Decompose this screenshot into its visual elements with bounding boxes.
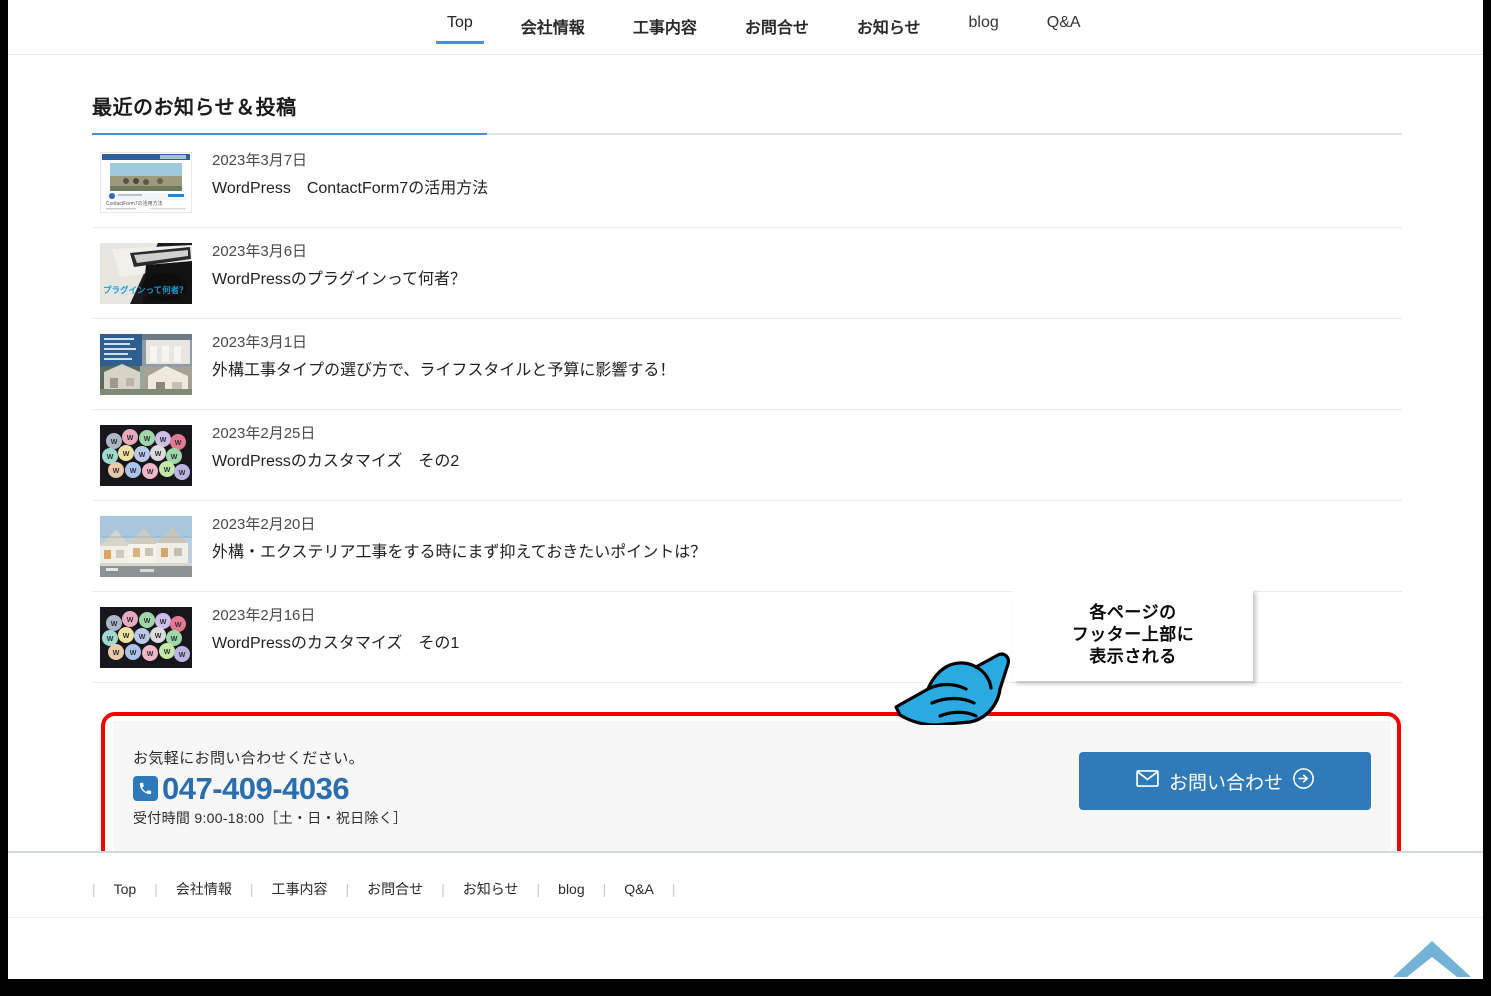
post-date: 2023年2月20日 xyxy=(212,516,316,533)
post-text: 2023年2月20日 外構・エクステリア工事をする時にまず抑えておきたいポイント… xyxy=(212,515,706,562)
annotation-callout: 各ページの フッター上部に 表示される xyxy=(1013,589,1253,681)
post-thumbnail-photo-wordpress-badges: WWW WWW WWW WWW WWW xyxy=(100,425,192,486)
svg-text:W: W xyxy=(123,633,130,640)
post-text: 2023年3月1日 外構工事タイプの選び方で、ライフスタイルと予算に影響する！ xyxy=(212,333,675,380)
svg-text:W: W xyxy=(155,451,162,458)
svg-text:W: W xyxy=(147,651,154,658)
list-item[interactable]: 2023年2月20日 外構・エクステリア工事をする時にまず抑えておきたいポイント… xyxy=(92,501,1402,592)
post-title: WordPress ContactForm7の活用方法 xyxy=(212,180,489,197)
post-date: 2023年2月25日 xyxy=(212,425,316,442)
post-text: 2023年2月16日 WordPressのカスタマイズ その1 xyxy=(212,606,459,653)
pointing-hand-icon xyxy=(892,633,1017,727)
footer-link-qa[interactable]: Q&A xyxy=(606,881,672,897)
svg-text:W: W xyxy=(130,468,137,475)
svg-text:W: W xyxy=(127,617,134,624)
post-date: 2023年3月6日 xyxy=(212,243,308,260)
svg-text:W: W xyxy=(144,436,151,443)
post-thumbnail-photo-pen-and-paper-dark: プラグインって何者？ xyxy=(100,243,192,304)
footer-link-top[interactable]: Top xyxy=(96,881,155,897)
post-thumbnail-screenshot-contactform-article: ContactForm7の活用方法 xyxy=(100,152,192,213)
list-item[interactable]: ContactForm7の活用方法 2023年3月7日 WordPress Co… xyxy=(92,137,1402,228)
svg-text:W: W xyxy=(111,621,118,628)
screenshot-frame: Top 会社情報 工事内容 お問合せ お知らせ blog Q&A 最近のお知らせ… xyxy=(0,0,1491,996)
svg-text:W: W xyxy=(147,469,154,476)
list-item[interactable]: WWW WWW WWW WWW WWW 2023年2月25日 WordPress… xyxy=(92,410,1402,501)
svg-text:W: W xyxy=(107,454,114,461)
footer-link-contact[interactable]: お問合せ xyxy=(349,879,441,899)
post-title: 外構工事タイプの選び方で、ライフスタイルと予算に影響する！ xyxy=(212,362,676,379)
post-text: 2023年2月25日 WordPressのカスタマイズ その2 xyxy=(212,424,459,471)
nav-item-company-info[interactable]: 会社情報 xyxy=(497,0,609,54)
svg-text:プラグインって何者？: プラグインって何者？ xyxy=(103,285,188,295)
nav-item-label: Q&A xyxy=(1046,14,1081,31)
svg-text:W: W xyxy=(179,470,186,477)
svg-text:W: W xyxy=(139,452,146,459)
post-date: 2023年3月7日 xyxy=(212,152,308,169)
post-thumbnail-photo-exterior-house-collage xyxy=(100,334,192,395)
nav-item-contact[interactable]: お問合せ xyxy=(721,0,833,54)
footer-link-blog[interactable]: blog xyxy=(540,881,602,897)
nav-item-label: 工事内容 xyxy=(632,20,697,37)
post-title: 外構・エクステリア工事をする時にまず抑えておきたいポイントは？ xyxy=(212,544,707,561)
site-footer: | Top | 会社情報 | 工事内容 | お問合せ | お知らせ | blog… xyxy=(8,851,1483,979)
footer-link-company-info[interactable]: 会社情報 xyxy=(158,879,250,899)
annotation-highlight-box xyxy=(101,712,1401,870)
post-title: WordPressのカスタマイズ その2 xyxy=(212,453,460,470)
footer-link-construction[interactable]: 工事内容 xyxy=(254,879,346,899)
nav-item-label: お問合せ xyxy=(744,20,809,37)
post-date: 2023年2月16日 xyxy=(212,607,316,624)
svg-text:W: W xyxy=(171,454,178,461)
nav-item-top[interactable]: Top xyxy=(423,0,497,54)
post-date: 2023年3月1日 xyxy=(212,334,308,351)
svg-text:W: W xyxy=(127,435,134,442)
annotation-callout-text: 各ページの フッター上部に 表示される xyxy=(1071,603,1195,666)
nav-item-blog[interactable]: blog xyxy=(945,0,1023,54)
post-thumbnail-photo-wordpress-badges: WWW WWW WWW WWW WWW xyxy=(100,607,192,668)
svg-text:W: W xyxy=(139,634,146,641)
section-header: 最近のお知らせ＆投稿 xyxy=(92,91,1402,135)
section-underline xyxy=(92,133,1402,135)
webpage: Top 会社情報 工事内容 お問合せ お知らせ blog Q&A 最近のお知らせ… xyxy=(8,0,1483,979)
footer-divider xyxy=(8,917,1483,918)
back-to-top-button[interactable] xyxy=(1391,939,1473,979)
nav-item-construction[interactable]: 工事内容 xyxy=(609,0,721,54)
svg-text:W: W xyxy=(171,636,178,643)
svg-text:W: W xyxy=(160,619,167,626)
nav-item-list: Top 会社情報 工事内容 お問合せ お知らせ blog Q&A xyxy=(423,0,1105,54)
nav-item-label: 会社情報 xyxy=(520,20,585,37)
svg-text:W: W xyxy=(164,467,171,474)
page-title: 最近のお知らせ＆投稿 xyxy=(92,97,297,119)
post-title: WordPressのカスタマイズ その1 xyxy=(212,635,460,652)
svg-text:W: W xyxy=(175,440,182,447)
svg-text:W: W xyxy=(160,437,167,444)
footer-navigation: | Top | 会社情報 | 工事内容 | お問合せ | お知らせ | blog… xyxy=(92,869,675,909)
svg-text:W: W xyxy=(175,622,182,629)
post-title: WordPressのプラグインって何者？ xyxy=(212,271,467,288)
footer-link-news[interactable]: お知らせ xyxy=(445,879,537,899)
post-thumbnail-photo-housing-street xyxy=(100,516,192,577)
nav-item-qa[interactable]: Q&A xyxy=(1023,0,1105,54)
svg-text:W: W xyxy=(144,618,151,625)
svg-text:W: W xyxy=(111,439,118,446)
nav-item-label: お知らせ xyxy=(856,20,921,37)
list-item[interactable]: 2023年3月1日 外構工事タイプの選び方で、ライフスタイルと予算に影響する！ xyxy=(92,319,1402,410)
nav-item-label: blog xyxy=(968,14,999,31)
svg-text:W: W xyxy=(155,633,162,640)
svg-text:W: W xyxy=(107,636,114,643)
list-item[interactable]: プラグインって何者？ 2023年3月6日 WordPressのプラグインって何者… xyxy=(92,228,1402,319)
nav-item-label: Top xyxy=(447,14,473,31)
post-text: 2023年3月7日 WordPress ContactForm7の活用方法 xyxy=(212,151,488,198)
svg-text:W: W xyxy=(164,649,171,656)
top-navigation-bar: Top 会社情報 工事内容 お問合せ お知らせ blog Q&A xyxy=(8,0,1483,55)
post-text: 2023年3月6日 WordPressのプラグインって何者？ xyxy=(212,242,466,289)
footer-separator: | xyxy=(671,881,676,897)
svg-text:W: W xyxy=(123,451,130,458)
svg-text:W: W xyxy=(113,650,120,657)
svg-text:W: W xyxy=(130,650,137,657)
svg-text:W: W xyxy=(113,468,120,475)
nav-item-news[interactable]: お知らせ xyxy=(833,0,945,54)
svg-text:ContactForm7の活用方法: ContactForm7の活用方法 xyxy=(106,200,163,207)
svg-text:W: W xyxy=(179,652,186,659)
